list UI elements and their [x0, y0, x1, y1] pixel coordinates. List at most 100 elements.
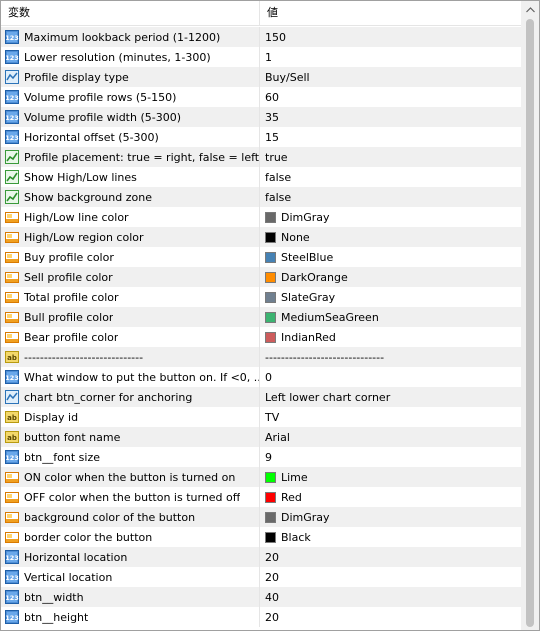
parameter-value[interactable]: Lime — [281, 471, 308, 484]
parameter-value[interactable]: 35 — [265, 111, 279, 124]
parameter-value-cell[interactable]: Buy/Sell — [260, 67, 521, 87]
parameter-row[interactable]: ab ------------------------------ --------… — [1, 347, 521, 367]
color-swatch[interactable] — [265, 271, 276, 283]
parameter-row[interactable]: 123 btn__width 40 — [1, 587, 521, 607]
parameter-row[interactable]: ON color when the button is turned on Lim… — [1, 467, 521, 487]
column-header-name[interactable]: 変数 — [1, 1, 260, 25]
parameter-value-cell[interactable]: true — [260, 147, 521, 167]
parameter-row[interactable]: Show background zone false — [1, 187, 521, 207]
parameter-row[interactable]: Profile placement: true = right, false =… — [1, 147, 521, 167]
parameter-value-cell[interactable]: false — [260, 167, 521, 187]
parameter-value-cell[interactable]: Left lower chart corner — [260, 387, 521, 407]
parameter-value-cell[interactable]: SteelBlue — [260, 247, 521, 267]
color-swatch[interactable] — [265, 251, 276, 263]
parameter-row[interactable]: Show High/Low lines false — [1, 167, 521, 187]
parameter-value-cell[interactable]: 1 — [260, 47, 521, 67]
parameter-value-cell[interactable]: 20 — [260, 567, 521, 587]
parameter-value[interactable]: TV — [265, 411, 279, 424]
parameter-value-cell[interactable]: MediumSeaGreen — [260, 307, 521, 327]
parameter-value[interactable]: 20 — [265, 571, 279, 584]
parameter-value[interactable]: false — [265, 191, 291, 204]
parameter-value-cell[interactable]: None — [260, 227, 521, 247]
parameter-value[interactable]: None — [281, 231, 310, 244]
parameter-value-cell[interactable]: TV — [260, 407, 521, 427]
parameter-value[interactable]: DarkOrange — [281, 271, 348, 284]
parameter-row[interactable]: 123 btn__height 20 — [1, 607, 521, 627]
parameter-row[interactable]: ab Display id TV — [1, 407, 521, 427]
parameter-value-cell[interactable]: 60 — [260, 87, 521, 107]
color-swatch[interactable] — [265, 531, 276, 543]
parameter-value-cell[interactable]: 35 — [260, 107, 521, 127]
parameter-row[interactable]: Bull profile color MediumSeaGreen — [1, 307, 521, 327]
parameter-value[interactable]: 0 — [265, 371, 272, 384]
parameter-value[interactable]: SteelBlue — [281, 251, 333, 264]
parameter-value-cell[interactable]: Black — [260, 527, 521, 547]
parameter-value[interactable]: 1 — [265, 51, 272, 64]
color-swatch[interactable] — [265, 311, 276, 323]
parameter-value[interactable]: 9 — [265, 451, 272, 464]
parameter-value-cell[interactable]: IndianRed — [260, 327, 521, 347]
parameter-row[interactable]: background color of the button DimGray — [1, 507, 521, 527]
parameter-value[interactable]: true — [265, 151, 288, 164]
parameter-value[interactable]: Arial — [265, 431, 290, 444]
parameter-row[interactable]: Buy profile color SteelBlue — [1, 247, 521, 267]
parameter-value-cell[interactable]: 40 — [260, 587, 521, 607]
parameter-value[interactable]: 20 — [265, 611, 279, 624]
parameter-value[interactable]: Buy/Sell — [265, 71, 310, 84]
parameter-value-cell[interactable]: Red — [260, 487, 521, 507]
parameter-row[interactable]: border color the button Black — [1, 527, 521, 547]
parameter-row[interactable]: 123 Volume profile rows (5-150) 60 — [1, 87, 521, 107]
color-swatch[interactable] — [265, 491, 276, 503]
parameter-value[interactable]: 15 — [265, 131, 279, 144]
parameter-value[interactable]: ------------------------------ — [265, 351, 384, 364]
parameter-value-cell[interactable]: 9 — [260, 447, 521, 467]
parameter-value[interactable]: DimGray — [281, 511, 330, 524]
parameter-row[interactable]: 123 Vertical location 20 — [1, 567, 521, 587]
parameter-row[interactable]: chart btn_corner for anchoring Left lower… — [1, 387, 521, 407]
parameter-value[interactable]: 20 — [265, 551, 279, 564]
scroll-up-arrow-icon[interactable] — [521, 1, 539, 18]
parameter-value[interactable]: 60 — [265, 91, 279, 104]
color-swatch[interactable] — [265, 231, 276, 243]
parameter-row[interactable]: 123 Maximum lookback period (1-1200) 150 — [1, 27, 521, 47]
parameter-row[interactable]: Bear profile color IndianRed — [1, 327, 521, 347]
parameter-value-cell[interactable]: 150 — [260, 27, 521, 47]
parameter-value[interactable]: Black — [281, 531, 311, 544]
parameter-row[interactable]: OFF color when the button is turned off R… — [1, 487, 521, 507]
parameter-row[interactable]: 123 Volume profile width (5-300) 35 — [1, 107, 521, 127]
parameter-row[interactable]: Profile display type Buy/Sell — [1, 67, 521, 87]
parameter-value-cell[interactable]: DimGray — [260, 207, 521, 227]
parameter-value[interactable]: MediumSeaGreen — [281, 311, 379, 324]
column-header-value[interactable]: 値 — [260, 1, 521, 25]
parameter-row[interactable]: High/Low region color None — [1, 227, 521, 247]
parameter-value[interactable]: IndianRed — [281, 331, 336, 344]
parameter-value-cell[interactable]: SlateGray — [260, 287, 521, 307]
parameter-row[interactable]: High/Low line color DimGray — [1, 207, 521, 227]
parameter-row[interactable]: 123 Horizontal offset (5-300) 15 — [1, 127, 521, 147]
parameter-value-cell[interactable]: 20 — [260, 607, 521, 627]
parameter-row[interactable]: Total profile color SlateGray — [1, 287, 521, 307]
parameter-row[interactable]: 123 Lower resolution (minutes, 1-300) 1 — [1, 47, 521, 67]
parameter-value-cell[interactable]: ------------------------------ — [260, 347, 521, 367]
color-swatch[interactable] — [265, 331, 276, 343]
parameter-row[interactable]: 123 Horizontal location 20 — [1, 547, 521, 567]
parameter-value[interactable]: 150 — [265, 31, 286, 44]
parameter-value-cell[interactable]: DarkOrange — [260, 267, 521, 287]
parameter-value[interactable]: SlateGray — [281, 291, 335, 304]
parameter-value-cell[interactable]: Arial — [260, 427, 521, 447]
color-swatch[interactable] — [265, 211, 276, 223]
parameter-value-cell[interactable]: false — [260, 187, 521, 207]
parameter-value[interactable]: false — [265, 171, 291, 184]
parameter-value-cell[interactable]: 20 — [260, 547, 521, 567]
color-swatch[interactable] — [265, 471, 276, 483]
scrollbar-thumb[interactable] — [526, 19, 534, 627]
parameter-row[interactable]: 123 btn__font size 9 — [1, 447, 521, 467]
parameter-row[interactable]: 123 What window to put the button on. If … — [1, 367, 521, 387]
parameter-row[interactable]: ab button font name Arial — [1, 427, 521, 447]
parameter-value-cell[interactable]: 15 — [260, 127, 521, 147]
parameter-value-cell[interactable]: 0 — [260, 367, 521, 387]
parameter-value[interactable]: DimGray — [281, 211, 330, 224]
parameter-value[interactable]: 40 — [265, 591, 279, 604]
color-swatch[interactable] — [265, 291, 276, 303]
parameter-value[interactable]: Left lower chart corner — [265, 391, 390, 404]
